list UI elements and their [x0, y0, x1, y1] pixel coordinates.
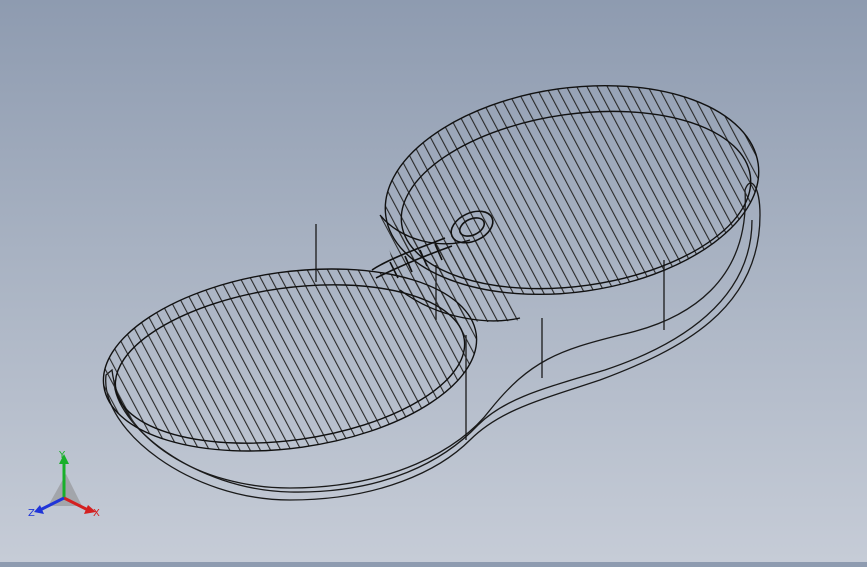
orientation-triad[interactable]: Y X Z: [26, 448, 106, 522]
z-axis-label: Z: [28, 508, 35, 519]
model-drawing[interactable]: [0, 0, 867, 562]
x-axis-label: X: [93, 508, 100, 519]
y-axis-label: Y: [58, 450, 66, 461]
graphics-viewport[interactable]: Y X Z: [0, 0, 867, 562]
